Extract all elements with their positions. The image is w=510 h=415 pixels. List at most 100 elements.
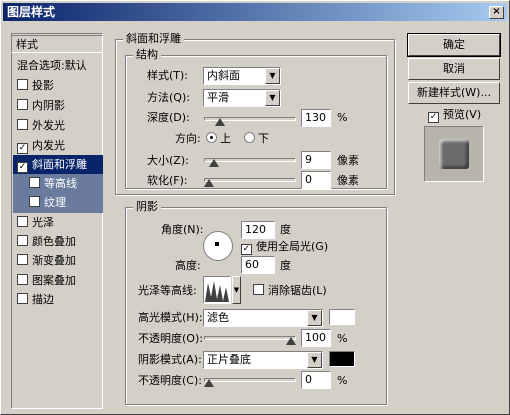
- sidebar-item-label: 内发光: [32, 139, 65, 152]
- technique-select-value: 平滑: [207, 91, 229, 104]
- sidebar-item-checkbox[interactable]: [17, 216, 28, 227]
- close-button[interactable]: ×: [489, 6, 504, 19]
- angle-input[interactable]: 120: [241, 221, 275, 239]
- gloss-contour-preview[interactable]: [203, 276, 231, 304]
- sidebar-item-checkbox[interactable]: ✓: [17, 162, 28, 173]
- highlight-mode-value: 滤色: [207, 311, 229, 324]
- gloss-contour-dropdown[interactable]: ▼: [232, 276, 241, 304]
- contour-curve-icon: [205, 281, 229, 302]
- direction-up-option[interactable]: 上: [206, 131, 231, 147]
- shadow-opacity-thumb[interactable]: [204, 379, 214, 387]
- direction-down-option[interactable]: 下: [244, 131, 269, 147]
- global-light-option[interactable]: ✓ 使用全局光(G): [241, 239, 328, 255]
- shadow-mode-select[interactable]: 正片叠底 ▼: [203, 351, 323, 369]
- preview-thumbnail: [424, 126, 484, 182]
- sidebar-item-6[interactable]: 纹理: [13, 193, 103, 213]
- preview-option[interactable]: ✓ 预览(V): [428, 107, 481, 123]
- sidebar-item-11[interactable]: 描边: [13, 290, 103, 310]
- depth-input[interactable]: 130: [301, 109, 331, 127]
- sidebar-item-checkbox[interactable]: [17, 99, 28, 110]
- chevron-down-icon: ▼: [307, 352, 322, 368]
- sidebar-item-checkbox[interactable]: [17, 79, 28, 90]
- sidebar-item-0[interactable]: 投影: [13, 76, 103, 96]
- sidebar-item-checkbox[interactable]: [17, 119, 28, 130]
- sidebar-item-label: 投影: [32, 79, 54, 92]
- highlight-opacity-unit: %: [337, 332, 348, 345]
- sidebar-item-checkbox[interactable]: [29, 177, 40, 188]
- sidebar-item-checkbox[interactable]: [17, 274, 28, 285]
- highlight-opacity-track[interactable]: [204, 336, 296, 340]
- highlight-opacity-label: 不透明度(O):: [138, 332, 203, 345]
- direction-down-label: 下: [258, 132, 269, 145]
- sidebar-item-checkbox[interactable]: [17, 293, 28, 304]
- sidebar-item-10[interactable]: 图案叠加: [13, 271, 103, 291]
- sidebar-item-checkbox[interactable]: [29, 196, 40, 207]
- anti-alias-option[interactable]: 消除锯齿(L): [253, 283, 327, 299]
- depth-label: 深度(D):: [147, 111, 190, 124]
- sidebar-item-9[interactable]: 渐变叠加: [13, 251, 103, 271]
- sidebar-item-checkbox[interactable]: ✓: [17, 143, 28, 154]
- style-label: 样式(T):: [147, 69, 189, 82]
- sidebar-item-label: 斜面和浮雕: [32, 158, 87, 171]
- shadow-mode-label: 阴影模式(A):: [138, 353, 202, 366]
- size-input[interactable]: 9: [301, 151, 331, 169]
- sidebar-item-4[interactable]: ✓ 斜面和浮雕: [13, 155, 103, 175]
- depth-unit: %: [337, 111, 348, 124]
- anti-alias-checkbox[interactable]: [253, 284, 264, 295]
- angle-label: 角度(N):: [161, 223, 204, 236]
- sidebar-item-label: 光泽: [32, 216, 54, 229]
- soften-slider-track[interactable]: [204, 178, 296, 182]
- direction-down-radio[interactable]: [244, 132, 255, 143]
- shadow-color-swatch[interactable]: [329, 351, 355, 367]
- bevel-section-title: 斜面和浮雕: [123, 33, 184, 45]
- angle-unit: 度: [280, 223, 291, 236]
- sidebar-item-label: 图案叠加: [32, 274, 76, 287]
- highlight-color-swatch[interactable]: [329, 309, 355, 325]
- new-style-button[interactable]: 新建样式(W)...: [408, 82, 500, 104]
- global-light-checkbox[interactable]: ✓: [241, 244, 252, 255]
- soften-slider-thumb[interactable]: [204, 179, 214, 187]
- styles-header: 样式: [11, 35, 103, 53]
- size-slider-thumb[interactable]: [208, 159, 219, 167]
- angle-dial-center: [215, 242, 219, 246]
- shadow-opacity-input[interactable]: 0: [301, 371, 331, 389]
- style-select[interactable]: 内斜面 ▼: [203, 67, 281, 85]
- shading-title: 阴影: [133, 201, 161, 213]
- direction-up-radio[interactable]: [206, 132, 217, 143]
- preview-checkbox[interactable]: ✓: [428, 112, 439, 123]
- size-unit: 像素: [337, 154, 359, 167]
- sidebar-item-label: 描边: [32, 293, 54, 306]
- sidebar-item-label: 颜色叠加: [32, 235, 76, 248]
- highlight-opacity-input[interactable]: 100: [301, 329, 331, 347]
- sidebar-item-label: 外发光: [32, 119, 65, 132]
- technique-select[interactable]: 平滑 ▼: [203, 89, 281, 107]
- preview-label: 预览(V): [443, 108, 482, 121]
- soften-unit: 像素: [337, 174, 359, 187]
- sidebar-item-checkbox[interactable]: [17, 235, 28, 246]
- soften-input[interactable]: 0: [301, 171, 331, 189]
- shadow-opacity-label: 不透明度(C):: [138, 374, 202, 387]
- sidebar-item-label: 渐变叠加: [32, 254, 76, 267]
- sidebar-item-1[interactable]: 内阴影: [13, 96, 103, 116]
- size-label: 大小(Z):: [147, 154, 189, 167]
- sidebar-item-blend-options[interactable]: 混合选项:默认: [13, 56, 103, 76]
- structure-title: 结构: [133, 49, 161, 61]
- highlight-opacity-thumb[interactable]: [286, 337, 296, 345]
- shadow-opacity-track[interactable]: [204, 378, 296, 382]
- direction-up-label: 上: [220, 132, 231, 145]
- altitude-input[interactable]: 60: [241, 256, 275, 274]
- global-light-label: 使用全局光(G): [256, 240, 329, 253]
- sidebar-item-5[interactable]: 等高线: [13, 174, 103, 194]
- highlight-mode-select[interactable]: 滤色 ▼: [203, 309, 323, 327]
- depth-slider-thumb[interactable]: [214, 118, 225, 126]
- sidebar-item-label: 等高线: [44, 177, 77, 190]
- sidebar-item-3[interactable]: ✓ 内发光: [13, 136, 103, 156]
- sidebar-item-2[interactable]: 外发光: [13, 116, 103, 136]
- ok-button[interactable]: 确定: [407, 33, 501, 57]
- sidebar-item-8[interactable]: 颜色叠加: [13, 232, 103, 252]
- angle-dial[interactable]: [203, 231, 233, 261]
- shadow-mode-value: 正片叠底: [207, 353, 251, 366]
- cancel-button[interactable]: 取消: [408, 58, 500, 80]
- sidebar-item-checkbox[interactable]: [17, 254, 28, 265]
- sidebar-item-7[interactable]: 光泽: [13, 213, 103, 233]
